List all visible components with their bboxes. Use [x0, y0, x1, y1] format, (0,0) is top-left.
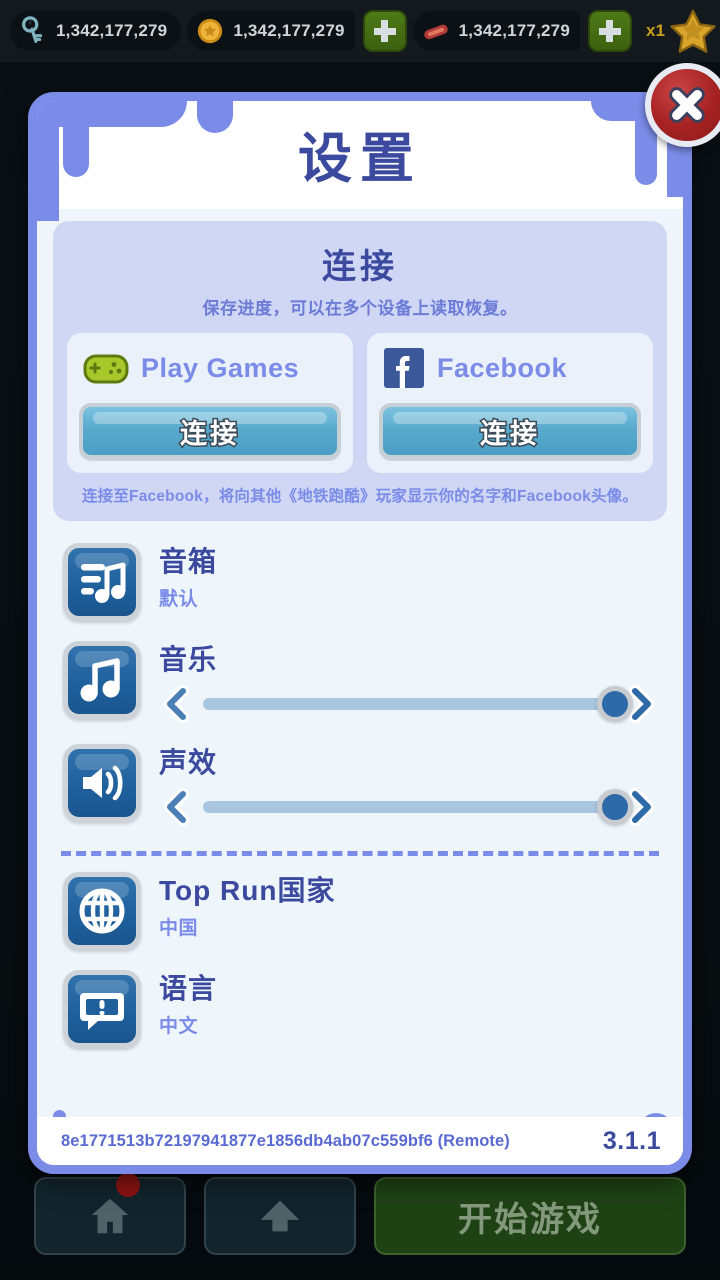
- sound-effects-label: 声效: [159, 746, 218, 778]
- score-multiplier[interactable]: x1: [646, 7, 719, 55]
- music-label: 音乐: [159, 644, 218, 676]
- setting-row-music: 音乐: [53, 631, 667, 734]
- home-badge: [116, 1173, 140, 1197]
- setting-row-language[interactable]: 语言 中文: [53, 960, 667, 1058]
- speech-bubble-icon: [63, 969, 141, 1048]
- sound-volume-icon: [63, 743, 141, 822]
- top-hud-bar: 1,342,177,279 1,342,177,279 1,342,177,27…: [0, 0, 720, 62]
- top-run-country-label: Top Run国家: [159, 874, 336, 906]
- coin-count: 1,342,177,279: [233, 21, 345, 40]
- close-dialog-button[interactable]: [645, 63, 720, 147]
- play-games-card: Play Games 连接: [67, 333, 353, 473]
- home-icon: [91, 1198, 129, 1234]
- settings-rows: 音箱 默认 音乐 声效 Top Run国家 中国 语言 中文: [53, 533, 667, 1058]
- gamepad-icon: [83, 354, 129, 384]
- setting-row-sound-effects: 声效: [53, 734, 667, 837]
- settings-scroll-area[interactable]: 连接 保存进度，可以在多个设备上读取恢复。 Play Games 连接 Face…: [37, 209, 683, 1117]
- setting-row-top-run-country[interactable]: Top Run国家 中国: [53, 862, 667, 960]
- multiplier-label: x1: [645, 21, 665, 40]
- app-version: 3.1.1: [602, 1126, 661, 1155]
- upgrade-chevron-icon: [260, 1200, 300, 1232]
- dialog-footer: 8e1771513b72197941877e1856db4ab07c559bf6…: [37, 1117, 683, 1165]
- chevron-left-icon[interactable]: [159, 684, 193, 724]
- facebook-label: Facebook: [437, 352, 568, 383]
- key-counter[interactable]: 1,342,177,279: [10, 11, 182, 51]
- music-slider-knob[interactable]: [597, 685, 633, 722]
- add-hoverboards-button[interactable]: [587, 10, 632, 52]
- key-icon: [22, 16, 43, 43]
- top-run-country-value: 中国: [159, 917, 199, 939]
- connect-heading: 连接: [322, 248, 398, 286]
- speaker-value: 默认: [159, 588, 199, 610]
- build-hash: 8e1771513b72197941877e1856db4ab07c559bf6…: [61, 1131, 510, 1150]
- language-label: 语言: [159, 972, 218, 1004]
- setting-row-speaker[interactable]: 音箱 默认: [53, 533, 667, 631]
- language-value: 中文: [159, 1015, 199, 1037]
- facebook-connect-button[interactable]: 连接: [379, 403, 641, 459]
- music-volume-control[interactable]: [159, 684, 661, 724]
- chevron-left-icon[interactable]: [159, 787, 193, 827]
- add-coins-button[interactable]: [362, 10, 407, 52]
- facebook-connect-label: 连接: [479, 417, 540, 450]
- play-games-connect-button[interactable]: 连接: [79, 403, 341, 459]
- start-game-label: 开始游戏: [458, 1200, 602, 1239]
- start-game-button[interactable]: 开始游戏: [374, 1177, 686, 1255]
- speaker-label: 音箱: [159, 546, 218, 578]
- settings-dialog: 设置 连接 保存进度，可以在多个设备上读取恢复。 Play Games 连接 F…: [28, 63, 720, 1174]
- connect-subtitle: 保存进度，可以在多个设备上读取恢复。: [202, 299, 518, 318]
- speaker-playlist-icon: [63, 543, 141, 622]
- sound-effects-slider-track[interactable]: [203, 788, 633, 825]
- music-slider-track[interactable]: [203, 685, 633, 722]
- coin-counter[interactable]: 1,342,177,279: [187, 11, 355, 51]
- connect-panel: 连接 保存进度，可以在多个设备上读取恢复。 Play Games 连接 Face…: [53, 221, 667, 522]
- sound-effects-slider-knob[interactable]: [597, 788, 633, 825]
- globe-icon: [63, 871, 141, 950]
- music-note-icon: [63, 641, 141, 720]
- play-games-label: Play Games: [141, 352, 300, 383]
- key-count: 1,342,177,279: [56, 21, 168, 40]
- facebook-icon: [384, 348, 424, 388]
- star-icon: [670, 9, 716, 53]
- bottom-navigation: 开始游戏: [0, 1173, 720, 1258]
- dialog-header: 设置: [37, 101, 683, 209]
- coin-icon: [198, 18, 223, 44]
- close-icon: [669, 87, 705, 123]
- section-divider: [61, 850, 659, 856]
- hoverboard-icon: [423, 24, 448, 40]
- play-games-connect-label: 连接: [179, 417, 240, 450]
- upgrade-button[interactable]: [204, 1177, 356, 1255]
- hoverboard-count: 1,342,177,279: [458, 21, 570, 40]
- sound-effects-volume-control[interactable]: [159, 787, 661, 827]
- game-screen: 开始游戏 1,342,177,279 1,342,177,279 1,342,1…: [0, 0, 720, 1280]
- hoverboard-counter[interactable]: 1,342,177,279: [412, 11, 580, 51]
- facebook-privacy-note: 连接至Facebook，将向其他《地铁跑酷》玩家显示你的名字和Facebook头…: [81, 488, 639, 505]
- home-button[interactable]: [34, 1173, 186, 1255]
- facebook-card: Facebook 连接: [367, 333, 653, 473]
- page-title: 设置: [298, 129, 422, 189]
